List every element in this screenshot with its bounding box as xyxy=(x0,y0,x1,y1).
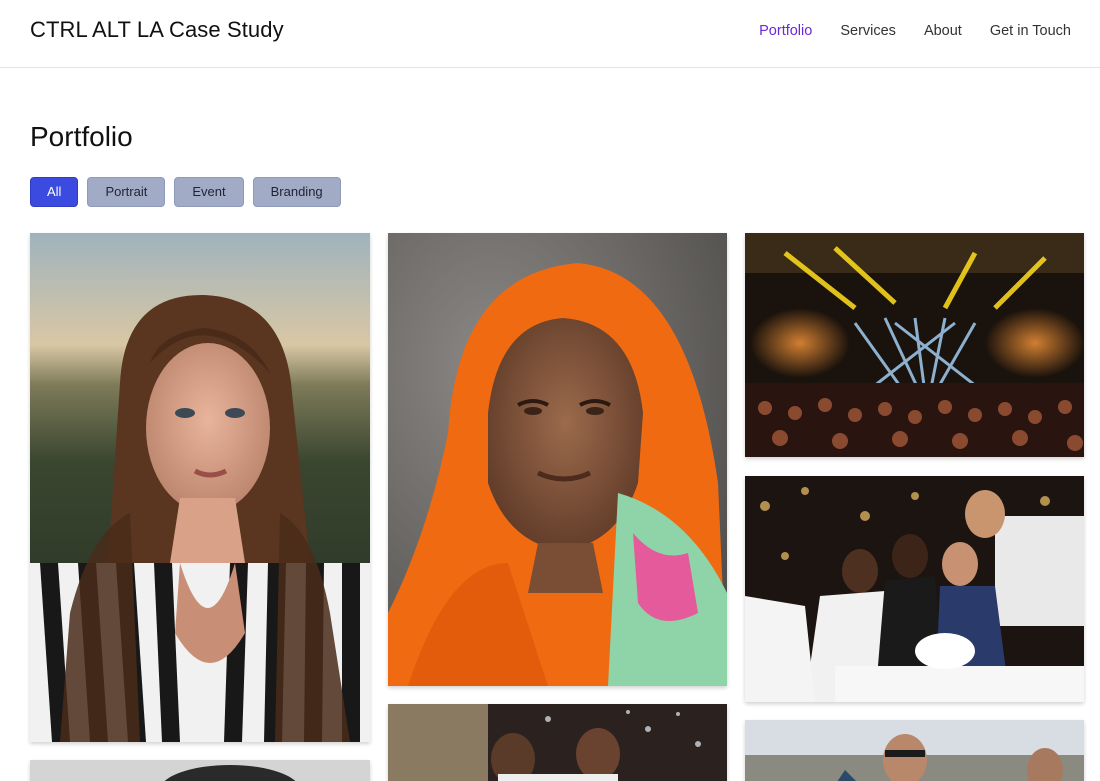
filter-event-button[interactable]: Event xyxy=(174,177,244,207)
nav-services[interactable]: Services xyxy=(840,23,896,39)
gallery-item-portrait-woman[interactable] xyxy=(30,233,370,742)
gallery-item-concert[interactable] xyxy=(745,233,1084,457)
filter-portrait-button[interactable]: Portrait xyxy=(87,177,166,207)
main-nav: Portfolio Services About Get in Touch xyxy=(759,23,1071,39)
filter-all-button[interactable]: All xyxy=(30,177,79,207)
nav-portfolio[interactable]: Portfolio xyxy=(759,23,812,39)
page-title: Portfolio xyxy=(30,121,133,152)
site-brand[interactable]: CTRL ALT LA Case Study xyxy=(30,17,284,43)
nav-about[interactable]: About xyxy=(924,23,962,39)
portrait-woman-photo xyxy=(30,233,370,742)
gallery-item-wedding-party[interactable] xyxy=(745,476,1084,702)
top-navbar: CTRL ALT LA Case Study Portfolio Service… xyxy=(0,0,1100,68)
partial-photo-middle xyxy=(388,704,727,781)
category-filters: All Portrait Event Branding xyxy=(30,177,341,207)
gallery-item-elderly-woman[interactable] xyxy=(388,233,727,686)
concert-photo xyxy=(745,233,1084,457)
partial-photo-left xyxy=(30,760,370,781)
gallery-item-partial-middle[interactable] xyxy=(388,704,727,781)
gallery-item-partial-left[interactable] xyxy=(30,760,370,781)
partial-photo-right xyxy=(745,720,1084,781)
wedding-party-photo xyxy=(745,476,1084,702)
elderly-woman-photo xyxy=(388,233,727,686)
filter-branding-button[interactable]: Branding xyxy=(252,177,341,207)
nav-get-in-touch[interactable]: Get in Touch xyxy=(990,23,1071,39)
gallery-item-partial-right[interactable] xyxy=(745,720,1084,781)
